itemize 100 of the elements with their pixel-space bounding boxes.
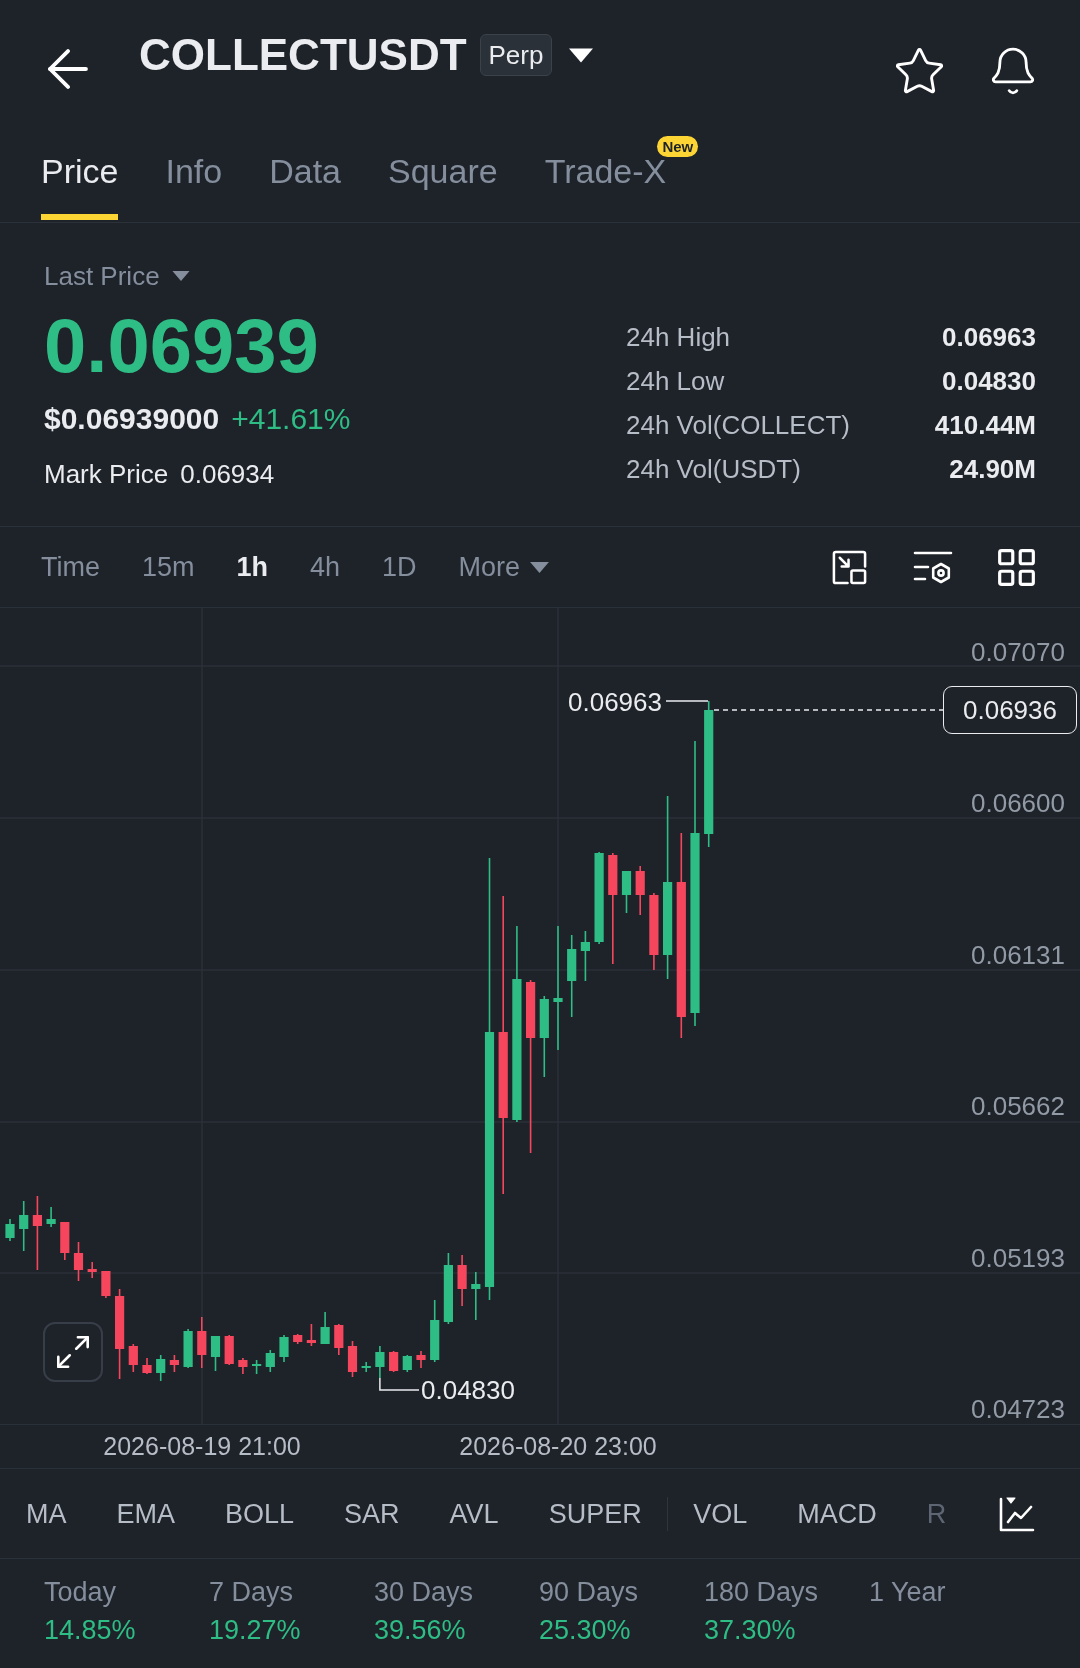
last-price: 0.06939 [44,308,319,384]
falling-candle [389,1351,399,1372]
period-label: 180 Days [704,1576,819,1608]
period-change: 37.30% [704,1614,796,1646]
rising-candle [19,1201,29,1251]
page-tab[interactable]: Info [165,151,223,220]
usd-price: $0.06939000 [44,401,220,437]
period-change: 14.85% [44,1614,136,1646]
grid-icon[interactable] [998,548,1035,586]
rising-candle [5,1219,15,1241]
falling-candle [73,1242,84,1281]
falling-candle [293,1334,303,1344]
period-label: 7 Days [209,1576,294,1608]
rising-candle [430,1300,440,1362]
expand-icon [57,1336,89,1368]
falling-candle [306,1324,316,1346]
rising-candle [156,1355,166,1381]
falling-candle [635,866,645,915]
indicator-tab[interactable]: AVL [449,1496,499,1531]
rising-candle [46,1207,56,1227]
rising-candle [210,1336,221,1371]
time-axis-label: 2026-08-19 21:00 [103,1431,301,1461]
period-label: Today [44,1576,117,1608]
price-type-dropdown[interactable]: Last Price [44,260,190,292]
rising-candle [320,1312,330,1344]
falling-candle [238,1358,248,1374]
stat-value: 410.44M [934,408,1036,442]
indicator-tab[interactable]: BOLL [225,1496,295,1531]
falling-candle [224,1335,234,1365]
page-tab[interactable]: Square [388,151,498,220]
period-label: 30 Days [374,1576,474,1608]
indicator-tab[interactable]: R [926,1496,947,1531]
rising-candle [402,1355,412,1372]
list-settings-icon[interactable] [913,549,953,585]
stat-value: 24.90M [949,452,1036,486]
star-icon[interactable] [896,48,943,94]
indicator-tab[interactable]: VOL [693,1496,748,1531]
stat-label: 24h Vol(COLLECT) [626,408,850,442]
page-tab[interactable]: Data [269,151,341,220]
rising-candle [265,1350,275,1372]
rising-candle [183,1329,193,1368]
indicator-tab[interactable]: MA [26,1496,67,1531]
expand-chart-button[interactable] [43,1322,103,1382]
caret-icon [171,271,190,281]
indicator-tab[interactable]: MACD [797,1496,877,1531]
falling-candle [347,1341,358,1377]
bell-icon[interactable] [991,47,1035,95]
stat-value: 0.06963 [942,320,1036,354]
rising-candle [621,871,632,913]
falling-candle [197,1317,207,1368]
period-change: 19.27% [209,1614,301,1646]
rising-candle [471,1272,481,1320]
period-change: 25.30% [539,1614,631,1646]
line-chart-icon[interactable] [999,1495,1035,1532]
falling-candle [60,1222,70,1260]
stat-label: 24h Low [626,364,725,398]
interval-tab[interactable]: 1D [382,550,417,584]
time-axis-label: 2026-08-20 23:00 [459,1431,657,1461]
falling-candle [142,1358,152,1374]
price-change: +41.61% [231,401,351,437]
symbol-title: COLLECTUSDT [139,32,467,78]
interval-tab[interactable]: 15m [142,550,195,584]
falling-candle [416,1351,426,1368]
mark-price-value: 0.06934 [180,458,275,491]
price-axis-label: 0.06600 [971,788,1065,819]
rising-candle [443,1253,453,1324]
rising-candle [252,1360,262,1374]
last-price-tag: 0.06936 [943,686,1077,734]
falling-candle [101,1271,111,1298]
rising-candle [279,1335,289,1362]
window-arrow-icon[interactable] [831,548,868,586]
caret-icon [530,561,550,573]
interval-tab[interactable]: Time [41,550,100,584]
interval-tab[interactable]: 1h [236,550,269,584]
price-axis-label: 0.05662 [971,1091,1065,1122]
mark-price-label: Mark Price [44,458,169,491]
interval-tab[interactable]: 4h [310,550,341,584]
high-price-label: 0.06963 [568,687,662,717]
price-axis-label: 0.06131 [971,939,1065,970]
dropdown-caret-icon[interactable] [569,47,594,63]
rising-candle [580,931,590,981]
new-badge: New [657,136,699,157]
indicator-tab[interactable]: SUPER [548,1496,642,1531]
falling-candle [457,1255,467,1306]
page-tab[interactable]: Price [41,151,119,220]
contract-type-tag: Perp [479,34,553,76]
low-price-label: 0.04830 [421,1375,515,1405]
falling-candle [128,1344,138,1372]
falling-candle [87,1262,97,1278]
price-axis-label: 0.07070 [971,637,1065,667]
price-axis-label: 0.04723 [971,1394,1065,1424]
price-axis-label: 0.05193 [971,1242,1065,1273]
rising-candle [375,1346,385,1378]
leader-line [665,700,709,702]
stat-label: 24h High [626,320,731,354]
indicator-tab[interactable]: EMA [116,1496,175,1531]
indicator-tab[interactable]: SAR [344,1496,400,1531]
falling-candle [334,1324,344,1355]
leader-line [379,1377,420,1391]
more-intervals-dropdown[interactable]: More [458,550,550,584]
